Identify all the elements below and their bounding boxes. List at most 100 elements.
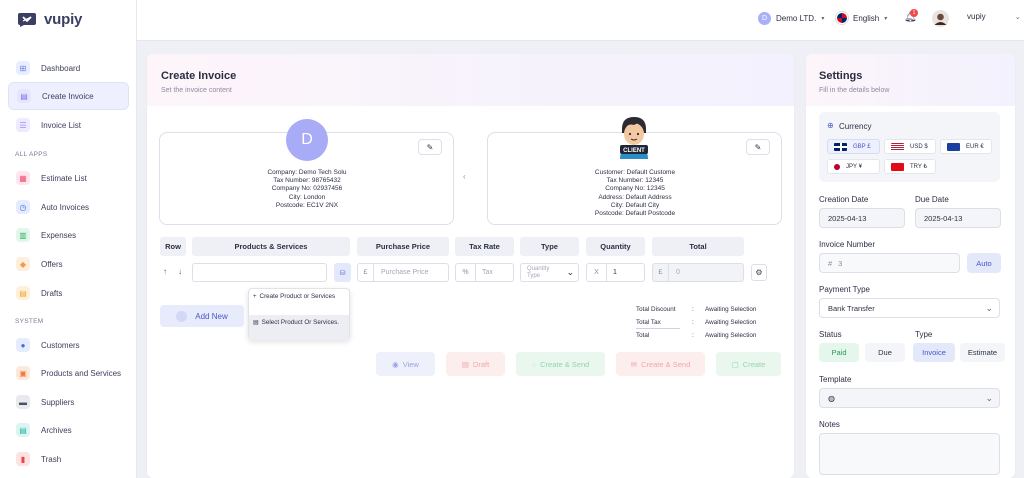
type-estimate-label: Estimate [967,348,998,357]
customer-line: Address: Default Address [598,193,672,201]
creation-date-label: Creation Date [819,195,869,204]
sidebar-item-label: Invoice List [41,120,82,130]
sidebar-item-trash[interactable]: ▮ Trash [8,445,129,473]
tax-prefix: % [456,264,476,281]
row-settings-button[interactable]: ⚙ [751,264,767,281]
company-line: Company: Demo Tech Solu [267,169,347,176]
type-invoice-label: Invoice [922,348,946,357]
notifications-button[interactable]: 🔔︎ 1 [904,9,918,23]
add-new-button[interactable]: Add New [160,305,244,327]
globe-icon: ⊕ [827,121,834,130]
due-date-value: 2025-04-13 [924,213,963,223]
creation-date-value: 2025-04-13 [828,213,867,223]
pencil-icon: ✎ [754,142,762,152]
col-header-row: Row [160,237,186,256]
currency-try[interactable]: TRY ₺ [884,159,936,174]
create-product-label: Create Product or Services [259,293,336,300]
sidebar-item-auto-invoices[interactable]: ◷ Auto Invoices [8,193,129,221]
chevron-down-icon: ⌄ [985,302,993,313]
payment-type-select[interactable]: Bank Transfer ⌄ [819,298,1000,318]
move-down-icon[interactable]: ↓ [178,267,182,276]
company-avatar-large: D [286,119,328,161]
list-icon: ▤ [253,320,259,326]
notification-badge: 1 [910,9,918,17]
uk-flag-icon [836,12,848,24]
sidebar-item-estimate-list[interactable]: ▦ Estimate List [8,164,129,192]
create-button[interactable]: ▢ Create [716,352,781,376]
tax-input[interactable]: % Tax [455,263,514,282]
create-send-email-button[interactable]: ✉ Create & Send [616,352,705,376]
sidebar-item-create-invoice[interactable]: ▤ Create Invoice [8,82,129,110]
sidebar-item-products-services[interactable]: ▣ Products and Services [8,359,129,387]
status-due-label: Due [878,348,892,357]
client-avatar-icon: CLIENT [620,117,648,159]
edit-customer-button[interactable]: ✎ [746,139,770,155]
currency-jpy[interactable]: JPY ¥ [827,159,880,174]
sidebar-item-invoice-list[interactable]: ☰ Invoice List [8,111,129,139]
payment-type-label: Payment Type [819,285,870,294]
currency-gbp[interactable]: GBP £ [827,139,880,154]
sidebar-item-expenses[interactable]: ▥ Expenses [8,221,129,249]
move-up-icon[interactable]: ↑ [163,267,167,276]
sidebar-item-label: Expenses [41,230,77,240]
company-switcher[interactable]: D Demo LTD. ▾ [758,12,824,25]
draft-button[interactable]: ▤ Draft [446,352,505,376]
product-select-button[interactable]: ⛁ [334,263,351,282]
currency-label-usd: USD $ [910,143,928,150]
sidebar-item-label: Customers [41,340,80,350]
sidebar-item-label: Suppliers [41,397,75,407]
auto-number-button[interactable]: Auto [967,253,1001,273]
palette-icon: ◍ [828,393,835,403]
us-flag-icon [891,142,904,151]
currency-eur[interactable]: EUR € [940,139,992,154]
sidebar-item-drafts[interactable]: ▤ Drafts [8,279,129,307]
select-product-option[interactable]: ▤ Select Product Or Services. [249,315,349,340]
language-switcher[interactable]: English ▾ [836,12,887,24]
user-icon: ● [16,338,30,352]
sidebar-item-suppliers[interactable]: ▬ Suppliers [8,388,129,416]
template-select[interactable]: ◍ ⌄ [819,388,1000,408]
app-logo[interactable]: vupiy [16,11,82,28]
sidebar-item-archives[interactable]: ▤ Archives [8,416,129,444]
type-estimate-button[interactable]: Estimate [960,343,1005,362]
invoice-number-input[interactable]: # 3 [819,253,960,273]
notes-textarea[interactable] [819,433,1000,475]
user-avatar[interactable] [932,10,949,27]
currency-label-try: TRY ₺ [910,164,928,170]
create-send-whatsapp-button[interactable]: ◌ Create & Send [516,352,605,376]
sidebar-item-customers[interactable]: ● Customers [8,331,129,359]
user-menu[interactable]: vupiy ⌄ [967,12,1021,21]
company-details: Company: Demo Tech Solu Tax Number: 9876… [260,169,354,210]
create-label: Create [742,359,766,369]
invoice-number-value: 3 [838,258,843,268]
quantity-input[interactable]: X 1 [586,263,645,282]
list-icon: ☰ [16,118,30,132]
creation-date-input[interactable]: 2025-04-13 [819,208,905,228]
edit-company-button[interactable]: ✎ [418,139,442,155]
status-due-button[interactable]: Due [865,343,905,362]
type-invoice-button[interactable]: Invoice [913,343,955,362]
col-header-quantity: Quantity [586,237,645,256]
currency-usd[interactable]: USD $ [884,139,936,154]
sidebar-item-dashboard[interactable]: ⊞ Dashboard [8,54,129,82]
client-badge-text: CLIENT [623,148,645,154]
product-dropdown: + Create Product or Services ▤ Select Pr… [248,288,350,340]
company-line: Tax Number: 98765432 [273,177,341,185]
product-input[interactable] [192,263,327,282]
price-prefix: £ [358,264,374,281]
whatsapp-icon: ◌ [531,359,537,369]
chevron-left-icon[interactable]: ‹ [463,172,466,181]
status-paid-button[interactable]: Paid [819,343,859,362]
chevron-down-icon: ▾ [884,15,888,22]
invoice-number-label: Invoice Number [819,240,876,249]
document-icon: ▢ [731,359,739,369]
sidebar-item-label: Auto Invoices [41,202,90,212]
due-date-input[interactable]: 2025-04-13 [915,208,1001,228]
sidebar-item-label: Trash [41,454,62,464]
quantity-type-select[interactable]: Quantity Type ⌄ [520,263,579,282]
company-line: Company No: 02937456 [271,185,343,193]
sidebar-item-offers[interactable]: ◆ Offers [8,250,129,278]
purchase-price-input[interactable]: £ Purchase Price [357,263,449,282]
view-button[interactable]: ◉ View [376,352,435,376]
create-product-option[interactable]: + Create Product or Services [249,289,349,314]
